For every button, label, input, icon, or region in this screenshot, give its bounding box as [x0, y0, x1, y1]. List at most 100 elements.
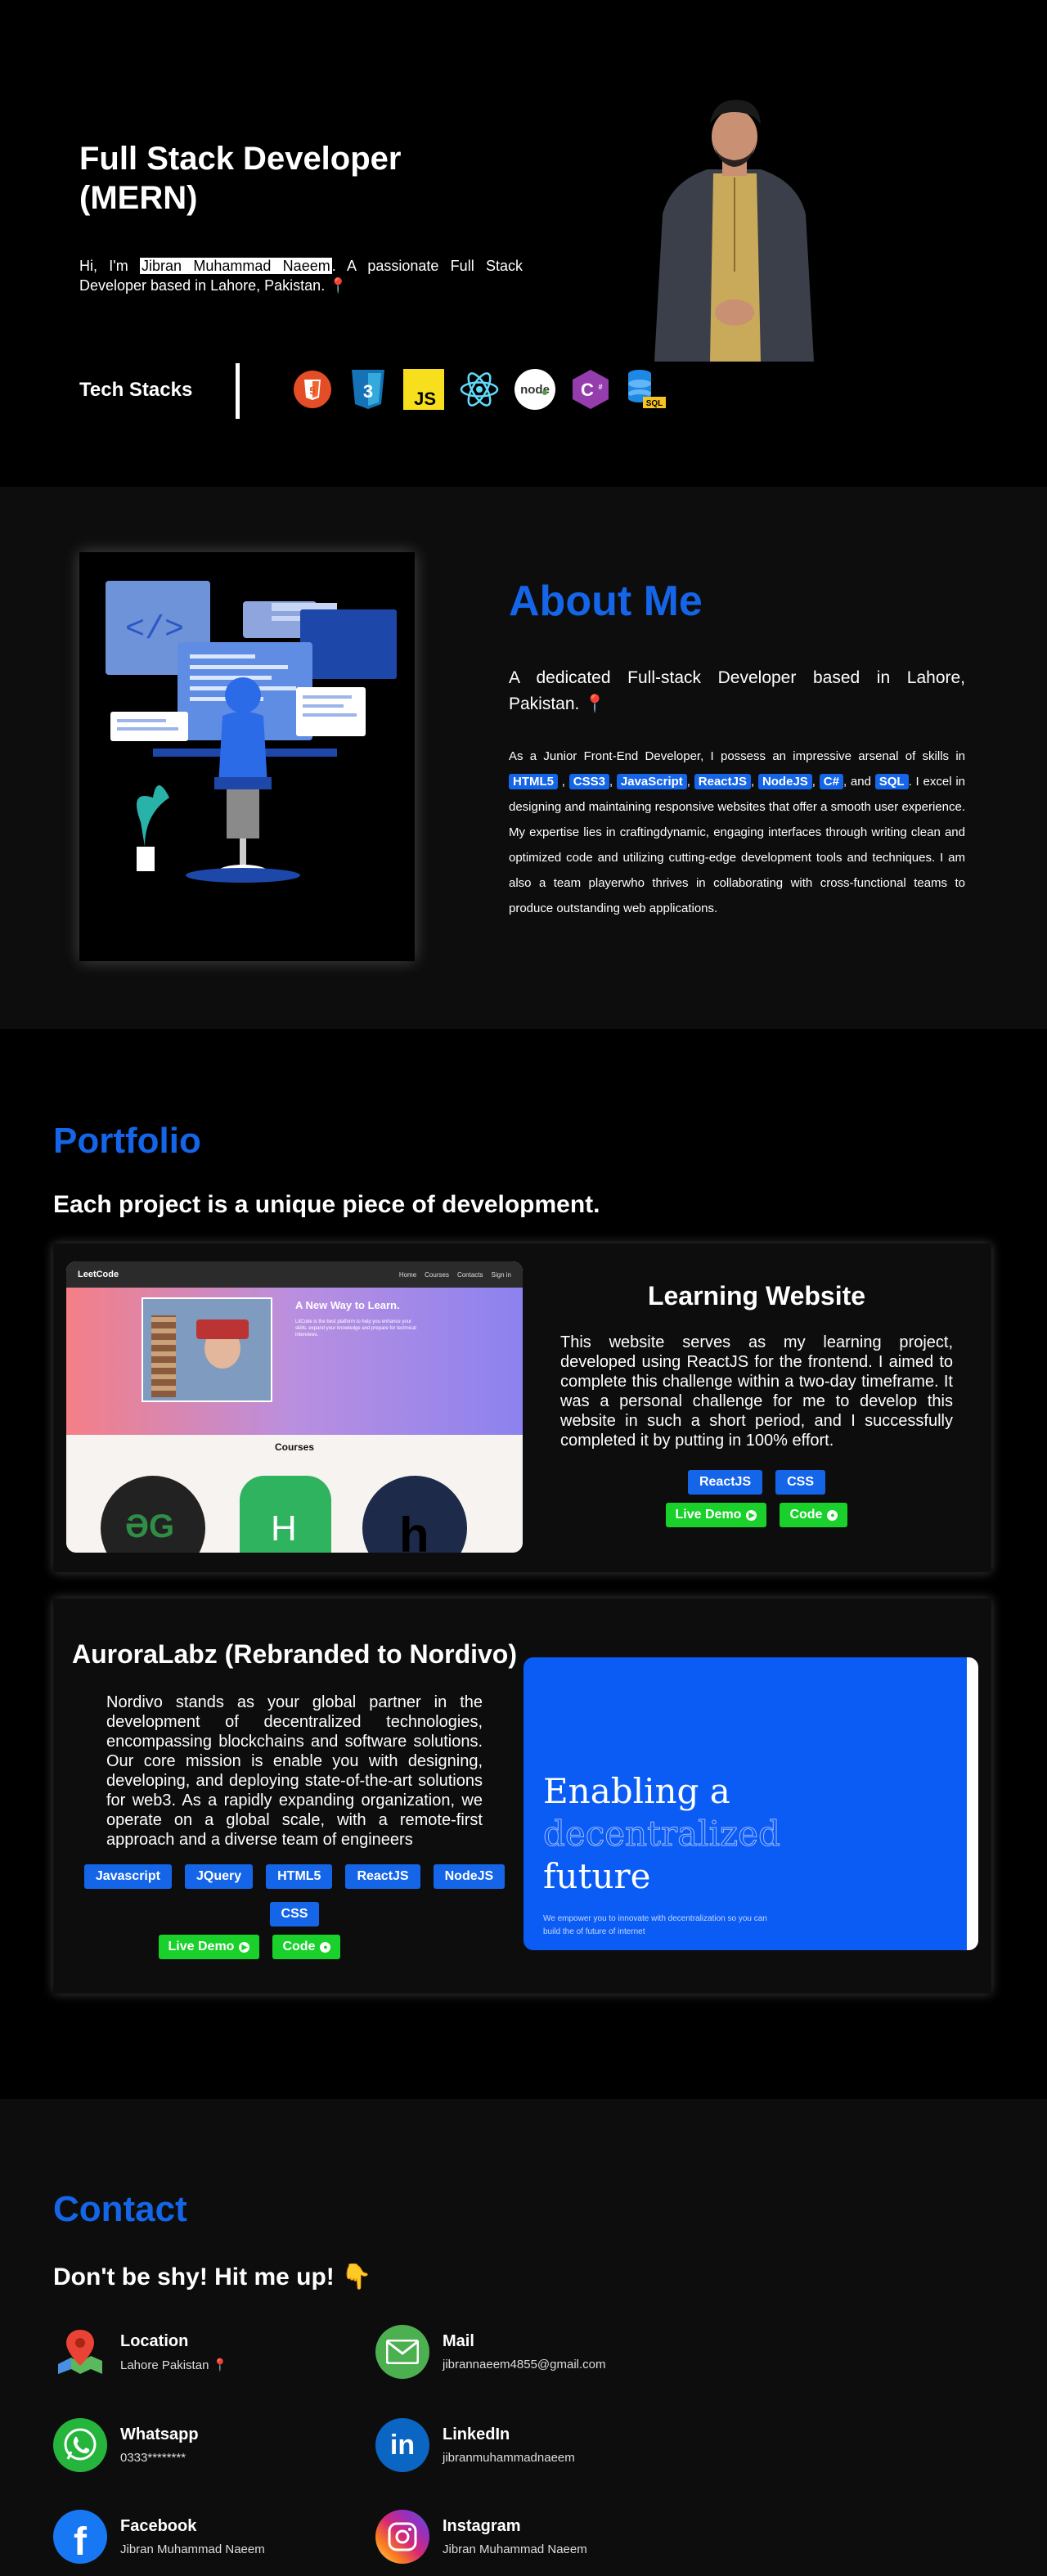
course-logo-hackerrank: H: [240, 1476, 331, 1553]
project-preview-leetcode[interactable]: LeetCode Home Courses Contacts Sign in A…: [66, 1261, 523, 1553]
tech-stacks-label: Tech Stacks: [79, 379, 193, 401]
project-tags: Javascript JQuery HTML5 ReactJS NodeJS C…: [68, 1864, 521, 1926]
portfolio-title: Portfolio: [53, 1121, 201, 1161]
play-icon: ▶: [239, 1941, 250, 1953]
contact-instagram[interactable]: Instagram Jibran Muhammad Naeem: [375, 2510, 587, 2564]
contact-whatsapp[interactable]: Whatsapp 0333********: [53, 2418, 199, 2472]
hero-intro: Hi, I'm Jibran Muhammad Naeem. A passion…: [79, 256, 523, 295]
tag-jquery: JQuery: [184, 1864, 254, 1889]
contact-linkedin-title: LinkedIn: [443, 2425, 510, 2443]
about-illustration-card: </>: [79, 552, 415, 961]
mail-icon: [375, 2325, 429, 2379]
whatsapp-icon: [53, 2418, 107, 2472]
contact-mail-title: Mail: [443, 2332, 474, 2350]
svg-text:JS: JS: [414, 389, 436, 409]
course-logo-gfg: ƏG: [101, 1476, 205, 1553]
tag-html5: HTML5: [266, 1864, 333, 1889]
preview-nav-contacts: Contacts: [456, 1270, 483, 1279]
contact-facebook[interactable]: f Facebook Jibran Muhammad Naeem: [53, 2510, 265, 2564]
contact-location[interactable]: Location Lahore Pakistan 📍: [53, 2325, 227, 2379]
contact-location-title: Location: [120, 2331, 189, 2350]
github-icon: ●: [827, 1509, 838, 1521]
project-info: Learning Website This website serves as …: [560, 1281, 953, 1527]
tag-nodejs: NodeJS: [433, 1864, 506, 1889]
portfolio-section: Portfolio Each project is a unique piece…: [0, 1029, 1047, 2099]
tag-reactjs: ReactJS: [345, 1864, 420, 1889]
preview-small-text: We empower you to innovate with decentra…: [543, 1914, 767, 1936]
sql-icon: SQL: [625, 366, 667, 412]
hero-title-line2: (MERN): [79, 180, 198, 216]
contact-linkedin-value: jibranmuhammadnaeem: [443, 2451, 575, 2465]
preview-nav: Home Courses Contacts Sign in: [399, 1271, 511, 1279]
preview-line1: Enabling a: [543, 1771, 730, 1811]
skill-sql: SQL: [874, 774, 909, 789]
preview-hero-image: [142, 1297, 272, 1402]
csharp-icon: C #: [569, 366, 612, 412]
contact-section: Contact Don't be shy! Hit me up! 👇 Locat…: [0, 2099, 1047, 2576]
about-body-suffix: . I excel in designing and maintaining r…: [509, 775, 965, 915]
hero-title: Full Stack Developer (MERN): [79, 139, 401, 218]
github-icon: ●: [320, 1941, 331, 1953]
svg-text:SQL: SQL: [646, 399, 663, 408]
project-description: This website serves as my learning proje…: [560, 1333, 953, 1450]
developer-name: Jibran Muhammad Naeem: [140, 258, 332, 274]
about-body: As a Junior Front-End Developer, I posse…: [509, 749, 965, 915]
preview-line3: future: [543, 1856, 651, 1896]
developer-illustration: </>: [79, 552, 415, 961]
preview-brand: LeetCode: [78, 1270, 119, 1279]
preview-navbar: LeetCode Home Courses Contacts Sign in: [66, 1261, 523, 1288]
project-title: AuroraLabz (Rebranded to Nordivo): [71, 1639, 517, 1669]
live-demo-label: Live Demo: [168, 1940, 235, 1953]
contact-subtitle: Don't be shy! Hit me up! 👇: [53, 2264, 372, 2291]
about-lead: A dedicated Full-stack Developer based i…: [509, 668, 965, 713]
skill-reactjs: ReactJS: [694, 774, 751, 789]
react-icon: [458, 366, 501, 412]
svg-text:</>: </>: [125, 612, 184, 649]
contact-facebook-title: Facebook: [120, 2517, 197, 2535]
map-pin-icon: [53, 2325, 107, 2379]
project-card-learning-website: LeetCode Home Courses Contacts Sign in A…: [53, 1243, 991, 1572]
project-preview-nordivo[interactable]: Enabling a decentralized future We empow…: [524, 1657, 978, 1950]
skill-javascript: JavaScript: [616, 774, 687, 789]
live-demo-button[interactable]: Live Demo ▶: [158, 1935, 260, 1959]
code-button[interactable]: Code ●: [780, 1503, 848, 1527]
preview-hero: A New Way to Learn. LitCode is the best …: [66, 1288, 523, 1435]
contact-whatsapp-title: Whatsapp: [120, 2425, 199, 2443]
skill-csharp: C#: [819, 774, 843, 789]
course-logo-hashnode: h: [362, 1476, 467, 1553]
about-title: About Me: [509, 578, 703, 625]
svg-text:#: #: [598, 383, 602, 391]
instagram-icon: [375, 2510, 429, 2564]
html5-icon: 5: [291, 366, 334, 412]
about-and: and: [850, 775, 871, 789]
contact-instagram-title: Instagram: [443, 2517, 521, 2535]
live-demo-button[interactable]: Live Demo ▶: [665, 1503, 767, 1527]
project-tags: ReactJS CSS: [560, 1470, 953, 1495]
tag-css: CSS: [269, 1902, 320, 1926]
code-button[interactable]: Code ●: [272, 1935, 341, 1959]
hero-title-line1: Full Stack Developer: [79, 141, 402, 177]
preview-headline: A New Way to Learn.: [295, 1299, 400, 1311]
project-buttons: Live Demo ▶ Code ●: [560, 1503, 953, 1527]
code-label: Code: [282, 1940, 316, 1953]
project-description: Nordivo stands as your global partner in…: [106, 1693, 483, 1849]
contact-mail[interactable]: Mail jibrannaeem4855@gmail.com: [375, 2325, 606, 2379]
contact-linkedin[interactable]: in LinkedIn jibranmuhammadnaeem: [375, 2418, 575, 2472]
preview-nav-signin: Sign in: [491, 1270, 511, 1279]
svg-text:5: 5: [309, 384, 315, 397]
nodejs-icon: node: [514, 366, 556, 412]
tag-css: CSS: [775, 1470, 826, 1495]
contact-facebook-value: Jibran Muhammad Naeem: [120, 2542, 265, 2556]
hero-section: Full Stack Developer (MERN) Hi, I'm Jibr…: [0, 0, 1047, 487]
contact-location-value: Lahore Pakistan 📍: [120, 2358, 228, 2372]
css3-icon: 3: [347, 366, 389, 412]
contact-title: Contact: [53, 2189, 187, 2229]
svg-text:3: 3: [363, 381, 373, 402]
code-label: Code: [789, 1508, 823, 1522]
linkedin-icon: in: [375, 2418, 429, 2472]
facebook-icon: f: [53, 2510, 107, 2564]
project-title: Learning Website: [647, 1281, 866, 1310]
about-section: </> About Me A dedicated Full-stack Deve…: [0, 487, 1047, 1029]
play-icon: ▶: [746, 1509, 757, 1521]
project-info: AuroraLabz (Rebranded to Nordivo) Nordiv…: [68, 1639, 521, 1959]
